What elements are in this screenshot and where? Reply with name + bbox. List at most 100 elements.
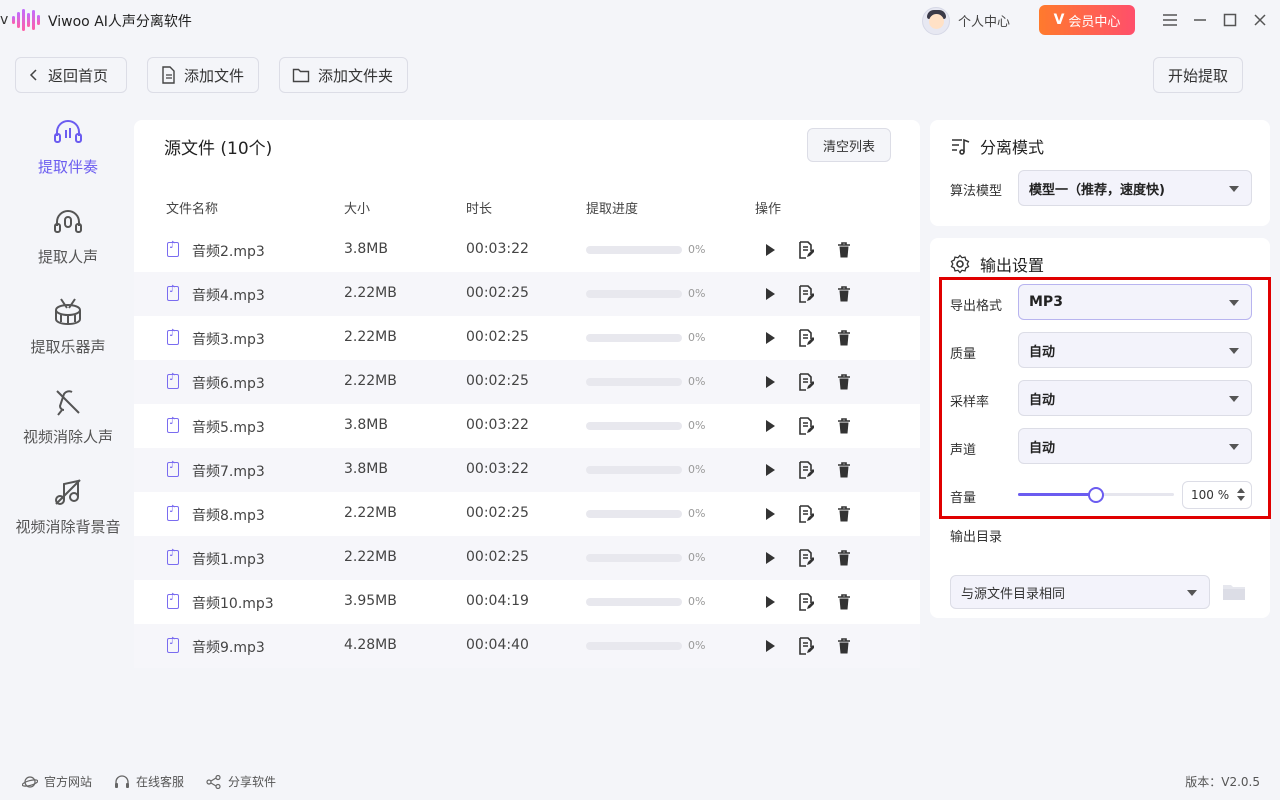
add-file-button[interactable]: 添加文件 <box>147 57 259 93</box>
gear-icon <box>950 254 970 274</box>
play-icon[interactable] <box>761 284 779 304</box>
file-duration: 00:02:25 <box>466 549 529 565</box>
folder-icon <box>292 68 310 83</box>
delete-icon[interactable] <box>835 504 853 524</box>
delete-icon[interactable] <box>835 240 853 260</box>
table-row[interactable]: 音频9.mp3 4.28MB 00:04:40 0% <box>134 624 920 668</box>
highlight-box <box>939 277 1271 519</box>
delete-icon[interactable] <box>835 284 853 304</box>
file-duration: 00:02:25 <box>466 373 529 389</box>
edit-file-icon[interactable] <box>797 592 815 612</box>
table-row[interactable]: 音频7.mp3 3.8MB 00:03:22 0% <box>134 448 920 492</box>
play-icon[interactable] <box>761 460 779 480</box>
audio-file-icon <box>167 504 179 521</box>
nav-item-video-remove-vocals[interactable]: 视频消除人声 <box>8 386 128 447</box>
edit-file-icon[interactable] <box>797 328 815 348</box>
delete-icon[interactable] <box>835 416 853 436</box>
nav-item-extract-instruments[interactable]: 提取乐器声 <box>8 296 128 357</box>
nav-item-extract-vocals[interactable]: 提取人声 <box>8 206 128 267</box>
share-icon <box>206 774 221 789</box>
music-list-icon <box>952 138 970 155</box>
file-name: 音频5.mp3 <box>192 420 265 436</box>
nav-item-extract-accompaniment[interactable]: 提取伴奏 <box>8 116 128 177</box>
output-dir-select[interactable]: 与源文件目录相同 <box>950 575 1210 609</box>
table-row[interactable]: 音频2.mp3 3.8MB 00:03:22 0% <box>134 228 920 272</box>
play-icon[interactable] <box>761 504 779 524</box>
table-row[interactable]: 音频3.mp3 2.22MB 00:02:25 0% <box>134 316 920 360</box>
play-icon[interactable] <box>761 328 779 348</box>
delete-icon[interactable] <box>835 592 853 612</box>
edit-file-icon[interactable] <box>797 372 815 392</box>
table-row[interactable]: 音频6.mp3 2.22MB 00:02:25 0% <box>134 360 920 404</box>
play-icon[interactable] <box>761 240 779 260</box>
clear-list-button[interactable]: 清空列表 <box>807 128 891 162</box>
file-name: 音频8.mp3 <box>192 508 265 524</box>
audio-file-icon <box>167 416 179 433</box>
progress-bar <box>586 554 682 562</box>
audio-file-icon <box>167 636 179 653</box>
vip-center-button[interactable]: V 会员中心 <box>1039 5 1135 35</box>
play-icon[interactable] <box>761 548 779 568</box>
add-folder-button[interactable]: 添加文件夹 <box>279 57 408 93</box>
output-settings-title: 输出设置 <box>950 252 1044 276</box>
play-icon[interactable] <box>761 372 779 392</box>
separation-mode-title: 分离模式 <box>950 134 1044 158</box>
back-home-button[interactable]: 返回首页 <box>15 57 127 93</box>
minimize-icon[interactable] <box>1190 10 1210 30</box>
file-name: 音频6.mp3 <box>192 376 265 392</box>
column-header-duration: 时长 <box>466 202 493 217</box>
avatar[interactable] <box>922 7 950 35</box>
maximize-icon[interactable] <box>1220 10 1240 30</box>
headphone-mic-icon <box>54 210 82 233</box>
table-row[interactable]: 音频1.mp3 2.22MB 00:02:25 0% <box>134 536 920 580</box>
file-name: 音频10.mp3 <box>192 596 274 612</box>
play-icon[interactable] <box>761 592 779 612</box>
table-row[interactable]: 音频10.mp3 3.95MB 00:04:19 0% <box>134 580 920 624</box>
play-icon[interactable] <box>761 636 779 656</box>
share-software-link[interactable]: 分享软件 <box>206 773 276 790</box>
music-off-icon <box>55 479 81 505</box>
file-duration: 00:02:25 <box>466 285 529 301</box>
official-website-link[interactable]: 官方网站 <box>22 773 92 790</box>
audio-file-icon <box>167 372 179 389</box>
table-row[interactable]: 音频4.mp3 2.22MB 00:02:25 0% <box>134 272 920 316</box>
personal-center-link[interactable]: 个人中心 <box>958 11 1010 30</box>
audio-file-icon <box>167 284 179 301</box>
edit-file-icon[interactable] <box>797 460 815 480</box>
nav-item-video-remove-background[interactable]: 视频消除背景音 <box>8 476 128 537</box>
folder-open-icon[interactable] <box>1220 580 1248 604</box>
delete-icon[interactable] <box>835 636 853 656</box>
file-list-title: 源文件 (10个) <box>164 139 273 159</box>
edit-file-icon[interactable] <box>797 504 815 524</box>
file-size: 3.8MB <box>344 417 388 433</box>
back-home-label: 返回首页 <box>48 66 109 85</box>
delete-icon[interactable] <box>835 372 853 392</box>
edit-file-icon[interactable] <box>797 416 815 436</box>
progress-bar <box>586 422 682 430</box>
column-header-size: 大小 <box>344 202 371 217</box>
table-row[interactable]: 音频5.mp3 3.8MB 00:03:22 0% <box>134 404 920 448</box>
play-icon[interactable] <box>761 416 779 436</box>
start-extract-button[interactable]: 开始提取 <box>1153 57 1243 93</box>
edit-file-icon[interactable] <box>797 636 815 656</box>
file-duration: 00:04:19 <box>466 593 529 609</box>
table-row[interactable]: 音频8.mp3 2.22MB 00:02:25 0% <box>134 492 920 536</box>
delete-icon[interactable] <box>835 548 853 568</box>
file-size: 3.8MB <box>344 241 388 257</box>
algo-model-select[interactable]: 模型一（推荐，速度快) <box>1018 170 1252 206</box>
edit-file-icon[interactable] <box>797 548 815 568</box>
delete-icon[interactable] <box>835 328 853 348</box>
delete-icon[interactable] <box>835 460 853 480</box>
share-software-label: 分享软件 <box>228 775 277 789</box>
file-size: 2.22MB <box>344 549 397 565</box>
progress-text: 0% <box>688 551 706 564</box>
audio-file-icon <box>167 548 179 565</box>
nav-label: 提取伴奏 <box>37 158 98 176</box>
menu-icon[interactable] <box>1160 10 1180 30</box>
output-dir-value: 与源文件目录相同 <box>961 586 1066 602</box>
close-icon[interactable] <box>1250 10 1270 30</box>
file-duration: 00:03:22 <box>466 417 529 433</box>
online-support-link[interactable]: 在线客服 <box>114 773 184 790</box>
edit-file-icon[interactable] <box>797 240 815 260</box>
edit-file-icon[interactable] <box>797 284 815 304</box>
